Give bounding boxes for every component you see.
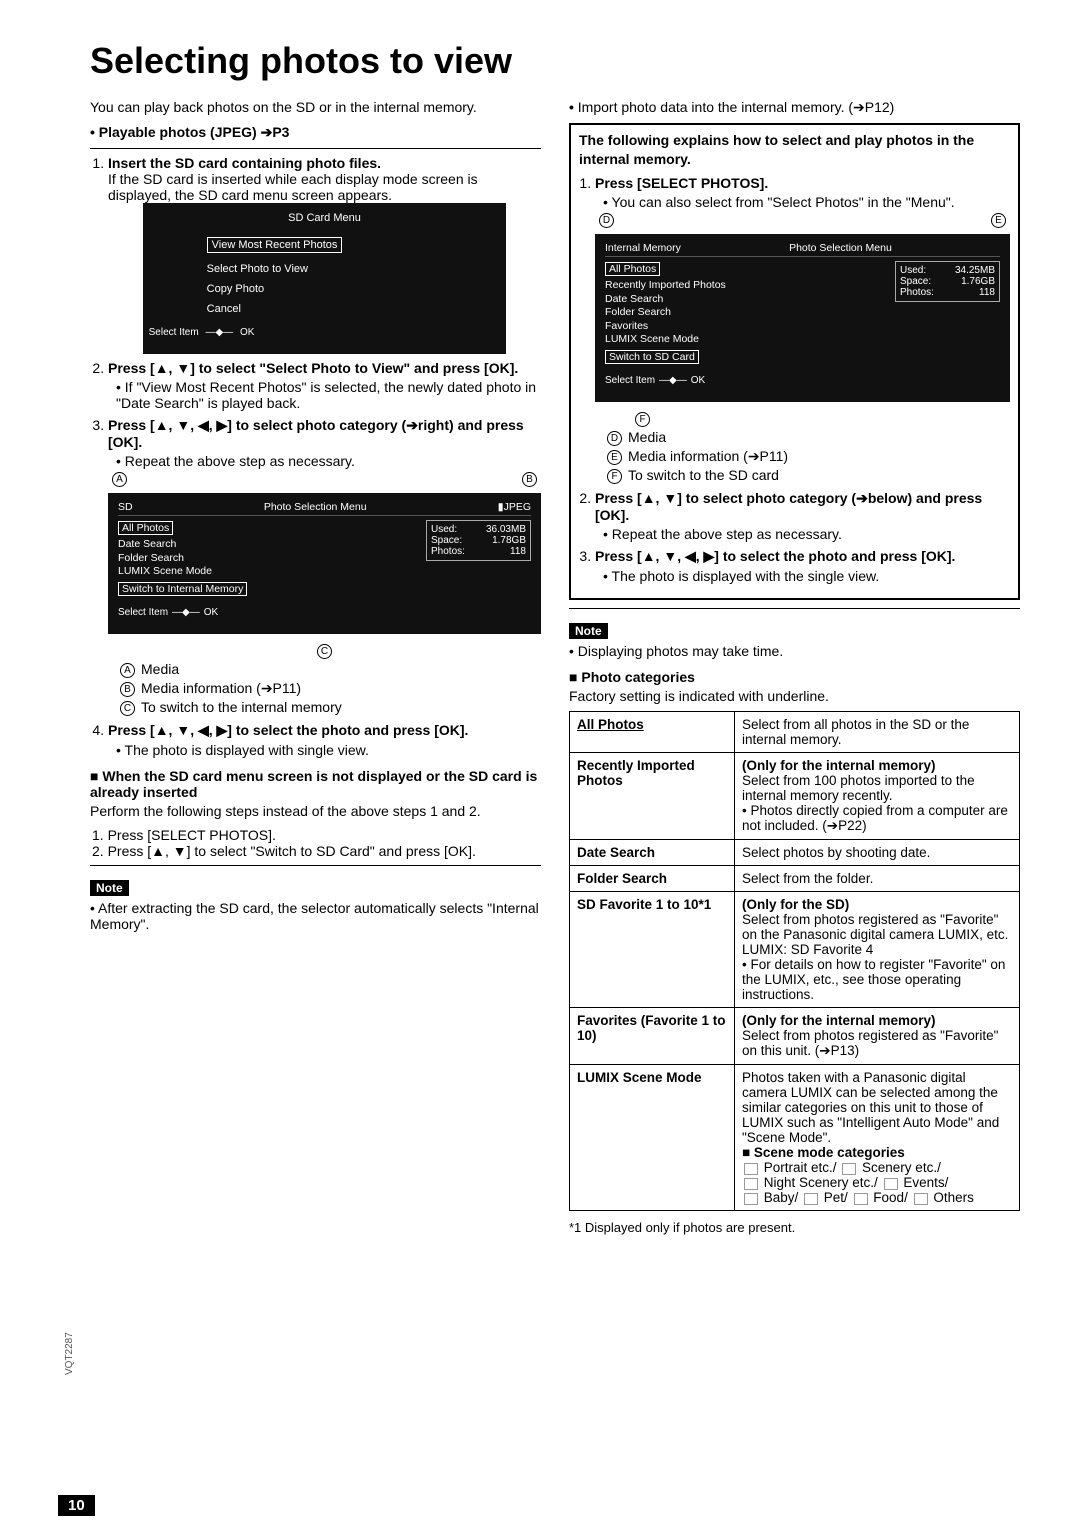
sd-card-menu-screenshot: SD Card Menu View Most Recent Photos Sel… bbox=[143, 203, 507, 354]
cat-desc: Select photos by shooting date. bbox=[735, 840, 1019, 865]
events-icon bbox=[884, 1178, 898, 1190]
step-4-heading: Press [▲, ▼, ◀, ▶] to select the photo a… bbox=[108, 722, 468, 738]
step-1-body: If the SD card is inserted while each di… bbox=[108, 171, 541, 203]
cat-name: All Photos bbox=[570, 712, 735, 752]
psel-category-list: All Photos Recently Imported Photos Date… bbox=[605, 261, 883, 366]
doc-code: VQT2287 bbox=[64, 1332, 75, 1375]
right-column: Import photo data into the internal memo… bbox=[569, 98, 1020, 1243]
two-column-layout: You can play back photos on the SD or in… bbox=[90, 98, 1020, 1243]
cat-name: SD Favorite 1 to 10*1 bbox=[570, 892, 735, 1007]
im-step-3-heading: Press [▲, ▼, ◀, ▶] to select the photo a… bbox=[595, 548, 955, 564]
left-column: You can play back photos on the SD or in… bbox=[90, 98, 541, 1243]
marker-d-desc: DMedia bbox=[607, 429, 1010, 446]
step-4-bullet: The photo is displayed with single view. bbox=[116, 742, 541, 758]
im-step-2-bullet: Repeat the above step as necessary. bbox=[603, 526, 1010, 542]
marker-a-icon: A bbox=[112, 472, 127, 487]
portrait-icon bbox=[744, 1163, 758, 1175]
marker-f-icon: F bbox=[635, 412, 650, 427]
im-step-3-bullet: The photo is displayed with the single v… bbox=[603, 568, 1010, 584]
categories-heading: Photo categories bbox=[569, 669, 1020, 685]
im-step-1-bullet: You can also select from "Select Photos"… bbox=[603, 194, 1010, 210]
step-2-bullet: If "View Most Recent Photos" is selected… bbox=[116, 379, 541, 411]
marker-c-icon: C bbox=[317, 644, 332, 659]
sd-menu-title: SD Card Menu bbox=[149, 209, 501, 227]
night-scenery-icon bbox=[744, 1178, 758, 1190]
intro-text: You can play back photos on the SD or in… bbox=[90, 98, 541, 117]
import-line: Import photo data into the internal memo… bbox=[569, 98, 1020, 117]
marker-b-icon: B bbox=[522, 472, 537, 487]
marker-c-desc: CTo switch to the internal memory bbox=[120, 699, 541, 716]
step-3-heading: Press [▲, ▼, ◀, ▶] to select photo categ… bbox=[108, 417, 524, 450]
cat-name: Folder Search bbox=[570, 866, 735, 891]
marker-e-desc: EMedia information (➔P11) bbox=[607, 448, 1010, 465]
note-label: Note bbox=[569, 623, 608, 639]
psel-media: SD bbox=[118, 501, 133, 513]
when-step-1: 1. Press [SELECT PHOTOS]. bbox=[92, 827, 541, 843]
box-intro: The following explains how to select and… bbox=[579, 131, 1010, 169]
marker-a-desc: AMedia bbox=[120, 661, 541, 678]
psel-stats: Used:34.25MB Space:1.76GB Photos:118 bbox=[895, 261, 1000, 302]
cat-desc: Select from the folder. bbox=[735, 866, 1019, 891]
cat-name: Recently Imported Photos bbox=[570, 753, 735, 839]
sd-menu-item: Copy Photo bbox=[207, 281, 501, 297]
cat-desc: Photos taken with a Panasonic digital ca… bbox=[735, 1065, 1019, 1210]
im-step-2-heading: Press [▲, ▼] to select photo category (➔… bbox=[595, 490, 982, 523]
jpeg-icon: ▮JPEG bbox=[498, 501, 531, 513]
baby-icon bbox=[744, 1193, 758, 1205]
note-label: Note bbox=[90, 880, 129, 896]
when-heading: When the SD card menu screen is not disp… bbox=[90, 768, 541, 800]
step-2-heading: Press [▲, ▼] to select "Select Photo to … bbox=[108, 360, 518, 376]
psel-title: Photo Selection Menu bbox=[264, 501, 367, 513]
marker-f-desc: FTo switch to the SD card bbox=[607, 467, 1010, 484]
scenery-icon bbox=[842, 1163, 856, 1175]
internal-memory-box: The following explains how to select and… bbox=[569, 123, 1020, 600]
photo-selection-menu-internal: Internal Memory Photo Selection Menu All… bbox=[595, 234, 1010, 403]
note-body: Displaying photos may take time. bbox=[569, 643, 1020, 659]
when-body: Perform the following steps instead of t… bbox=[90, 802, 541, 821]
playable-photos: Playable photos (JPEG) ➔P3 bbox=[90, 123, 541, 142]
photo-selection-menu-sd: SD Photo Selection Menu ▮JPEG All Photos… bbox=[108, 493, 541, 635]
when-step-2: 2. Press [▲, ▼] to select "Switch to SD … bbox=[92, 843, 541, 859]
step-3-bullet: Repeat the above step as necessary. bbox=[116, 453, 541, 469]
cat-desc: Select from all photos in the SD or the … bbox=[735, 712, 1019, 752]
sd-menu-item: View Most Recent Photos bbox=[207, 237, 343, 253]
food-icon bbox=[854, 1193, 868, 1205]
sd-menu-item: Cancel bbox=[207, 301, 501, 317]
psel-stats: Used:36.03MB Space:1.78GB Photos:118 bbox=[426, 520, 531, 561]
psel-category-list: All Photos Date Search Folder Search LUM… bbox=[118, 520, 414, 598]
cat-desc: (Only for the internal memory) Select fr… bbox=[735, 1008, 1019, 1064]
marker-e-icon: E bbox=[991, 213, 1006, 228]
page-number: 10 bbox=[58, 1495, 95, 1516]
cat-name: Favorites (Favorite 1 to 10) bbox=[570, 1008, 735, 1064]
footnote: *1 Displayed only if photos are present. bbox=[569, 1219, 1020, 1237]
note-body: After extracting the SD card, the select… bbox=[90, 900, 541, 932]
categories-table: All Photos Select from all photos in the… bbox=[569, 711, 1020, 1211]
pet-icon bbox=[804, 1193, 818, 1205]
categories-sub: Factory setting is indicated with underl… bbox=[569, 687, 1020, 706]
step-1-heading: Insert the SD card containing photo file… bbox=[108, 155, 381, 171]
psel-title: Photo Selection Menu bbox=[789, 242, 892, 254]
page-title: Selecting photos to view bbox=[90, 40, 1020, 82]
marker-d-icon: D bbox=[599, 213, 614, 228]
sd-menu-item: Select Photo to View bbox=[207, 261, 501, 277]
cat-desc: (Only for the internal memory) Select fr… bbox=[735, 753, 1019, 839]
cat-name: Date Search bbox=[570, 840, 735, 865]
im-step-1-heading: Press [SELECT PHOTOS]. bbox=[595, 175, 768, 191]
nav-hint: Select Item —◆— OK bbox=[149, 327, 501, 338]
psel-media: Internal Memory bbox=[605, 242, 681, 254]
marker-b-desc: BMedia information (➔P11) bbox=[120, 680, 541, 697]
others-icon bbox=[914, 1193, 928, 1205]
sd-steps: Insert the SD card containing photo file… bbox=[108, 155, 541, 758]
cat-desc: (Only for the SD) Select from photos reg… bbox=[735, 892, 1019, 1007]
cat-name: LUMIX Scene Mode bbox=[570, 1065, 735, 1210]
